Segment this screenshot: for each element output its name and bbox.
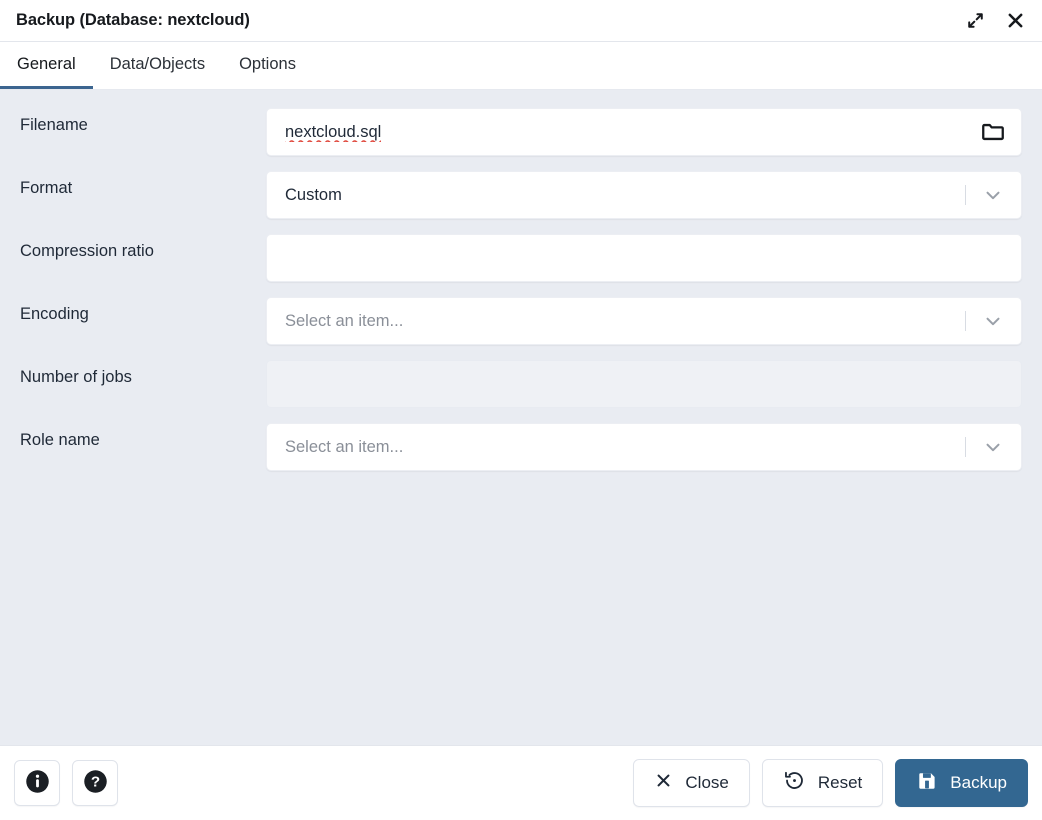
tab-options[interactable]: Options <box>222 42 313 89</box>
label-filename: Filename <box>10 108 266 136</box>
field-wrap-compression-ratio <box>266 234 1032 282</box>
field-wrap-role-name: Select an item... <box>266 423 1032 471</box>
reset-button[interactable]: Reset <box>762 759 883 807</box>
reset-icon <box>783 769 806 797</box>
info-button[interactable] <box>14 760 60 806</box>
format-select[interactable]: Custom <box>266 171 1022 219</box>
chevron-down-icon[interactable] <box>965 172 1021 218</box>
label-format: Format <box>10 171 266 199</box>
footer-left-actions: ? <box>14 760 118 806</box>
field-wrap-number-of-jobs <box>266 360 1032 408</box>
tab-options-label: Options <box>239 55 296 74</box>
role-name-placeholder: Select an item... <box>285 438 403 457</box>
tab-general[interactable]: General <box>0 42 93 89</box>
close-icon <box>654 771 673 795</box>
backup-button[interactable]: Backup <box>895 759 1028 807</box>
field-wrap-encoding: Select an item... <box>266 297 1032 345</box>
footer-right-actions: Close Reset <box>633 759 1028 807</box>
backup-button-label: Backup <box>950 773 1007 793</box>
form-row-role-name: Role name Select an item... <box>10 423 1032 486</box>
encoding-select[interactable]: Select an item... <box>266 297 1022 345</box>
dialog-titlebar: Backup (Database: nextcloud) <box>0 0 1042 42</box>
role-name-select[interactable]: Select an item... <box>266 423 1022 471</box>
chevron-down-icon[interactable] <box>965 298 1021 344</box>
form-row-encoding: Encoding Select an item... <box>10 297 1032 360</box>
tab-data-objects-label: Data/Objects <box>110 55 205 74</box>
dialog-footer: ? Close <box>0 745 1042 820</box>
chevron-down-icon[interactable] <box>965 424 1021 470</box>
info-icon <box>24 768 51 798</box>
general-tab-panel: Filename nextcloud.sql Format Custom <box>0 90 1042 745</box>
compression-ratio-input[interactable] <box>266 234 1022 282</box>
number-of-jobs-input <box>266 360 1022 408</box>
close-icon[interactable] <box>1002 8 1028 34</box>
label-role-name: Role name <box>10 423 266 451</box>
field-wrap-format: Custom <box>266 171 1032 219</box>
titlebar-actions <box>962 8 1028 34</box>
svg-text:?: ? <box>90 774 99 791</box>
form-row-number-of-jobs: Number of jobs <box>10 360 1032 423</box>
form-row-compression-ratio: Compression ratio <box>10 234 1032 297</box>
help-button[interactable]: ? <box>72 760 118 806</box>
expand-icon[interactable] <box>962 8 988 34</box>
label-encoding: Encoding <box>10 297 266 325</box>
format-value: Custom <box>285 186 342 205</box>
form-row-format: Format Custom <box>10 171 1032 234</box>
backup-dialog: Backup (Database: nextcloud) General <box>0 0 1042 820</box>
label-number-of-jobs: Number of jobs <box>10 360 266 388</box>
filename-value: nextcloud.sql <box>285 123 381 142</box>
close-button[interactable]: Close <box>633 759 749 807</box>
tab-general-label: General <box>17 55 76 74</box>
dialog-tabs: General Data/Objects Options <box>0 42 1042 90</box>
form-row-filename: Filename nextcloud.sql <box>10 108 1032 171</box>
filename-input[interactable]: nextcloud.sql <box>266 108 1022 156</box>
save-icon <box>916 770 938 797</box>
field-wrap-filename: nextcloud.sql <box>266 108 1032 156</box>
tab-data-objects[interactable]: Data/Objects <box>93 42 222 89</box>
label-compression-ratio: Compression ratio <box>10 234 266 262</box>
close-button-label: Close <box>685 773 728 793</box>
reset-button-label: Reset <box>818 773 862 793</box>
folder-icon[interactable] <box>965 109 1021 155</box>
help-icon: ? <box>82 768 109 798</box>
dialog-title: Backup (Database: nextcloud) <box>16 11 962 30</box>
encoding-placeholder: Select an item... <box>285 312 403 331</box>
